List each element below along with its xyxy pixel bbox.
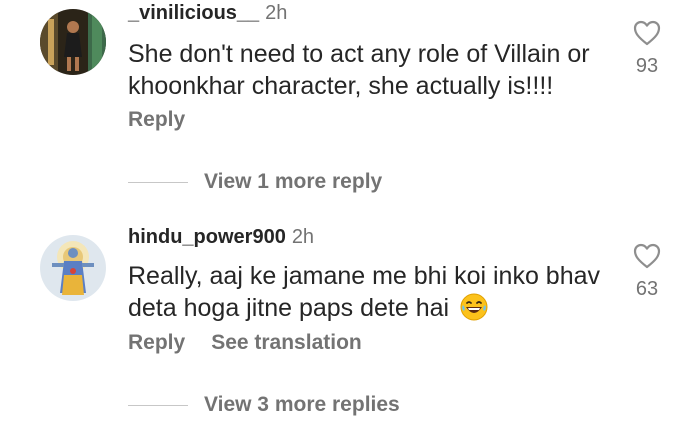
view-replies-button[interactable]: View 3 more replies [128, 390, 400, 420]
avatar-photo [40, 9, 106, 75]
comment-header: _vinilicious__ 2h [128, 1, 287, 25]
comment-actions: Reply [128, 107, 211, 133]
username[interactable]: _vinilicious__ [128, 2, 259, 24]
comment-text-content: Really, aaj ke jamane me bhi koi inko bh… [128, 262, 601, 322]
comment-header: hindu_power900 2h [128, 225, 314, 249]
divider-line [128, 181, 188, 183]
avatar-photo [40, 235, 106, 301]
comment-actions: Reply See translation [128, 330, 388, 356]
username[interactable]: hindu_power900 [128, 226, 286, 248]
view-replies-button[interactable]: View 1 more reply [128, 167, 382, 197]
laughing-with-tears-emoji-icon [460, 293, 488, 329]
heart-icon[interactable] [633, 243, 661, 269]
avatar[interactable] [40, 9, 106, 75]
view-replies-label: View 3 more replies [204, 393, 400, 416]
comment-text: Really, aaj ke jamane me bhi koi inko bh… [128, 260, 608, 329]
view-replies-label: View 1 more reply [204, 170, 383, 193]
reply-button[interactable]: Reply [128, 108, 185, 131]
like-count: 93 [635, 55, 659, 77]
heart-icon[interactable] [633, 20, 661, 46]
like-area: 63 [628, 243, 666, 301]
avatar[interactable] [40, 235, 106, 301]
divider-line [128, 404, 188, 406]
reply-button[interactable]: Reply [128, 331, 185, 354]
like-area: 93 [628, 20, 666, 78]
see-translation-button[interactable]: See translation [211, 331, 362, 354]
timestamp: 2h [291, 226, 315, 248]
comment-text: She don't need to act any role of Villai… [128, 40, 590, 100]
timestamp: 2h [265, 2, 288, 24]
like-count: 63 [635, 278, 659, 300]
